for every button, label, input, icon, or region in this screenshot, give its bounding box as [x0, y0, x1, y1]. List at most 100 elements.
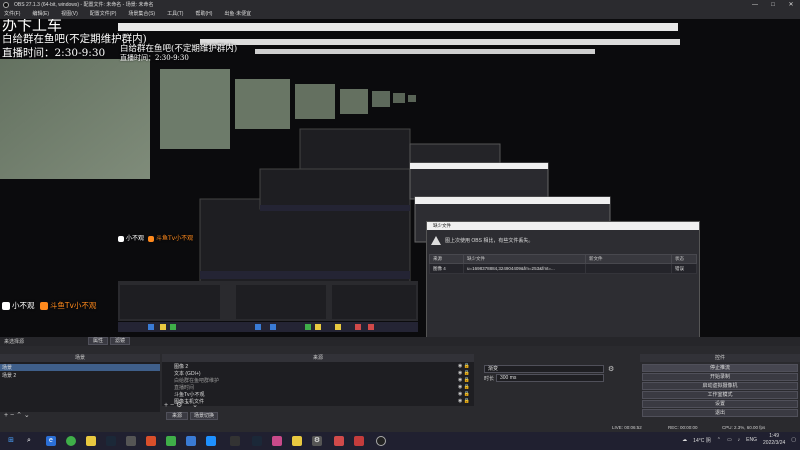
remove-scene-icon[interactable]: −	[10, 412, 14, 419]
start-virtual-camera-button[interactable]: 启动虚拟摄像机	[642, 382, 798, 390]
scene-item[interactable]: 场景	[0, 364, 160, 371]
stop-streaming-button[interactable]: 停止推流	[642, 364, 798, 372]
move-up-icon[interactable]: ⌃	[16, 412, 22, 419]
weather-cloud-icon[interactable]: ☁	[682, 437, 687, 443]
app-icon[interactable]	[126, 436, 136, 446]
eye-icon[interactable]: ◉ 🔒	[458, 398, 470, 405]
col-missing: 缺少文件	[463, 254, 586, 264]
source-controls: + − ⚙ ⌃ ⌄	[164, 401, 198, 409]
app-icon[interactable]	[272, 436, 282, 446]
obs-icon[interactable]	[376, 436, 386, 446]
title-bar: OBS 27.1.3 (64-bit, windows) - 配置文件: 未命名…	[0, 0, 800, 10]
start-icon[interactable]: ⊞	[6, 436, 16, 446]
weather-text[interactable]: 14°C 阴	[693, 437, 711, 444]
source-item[interactable]: 直播时间	[174, 384, 194, 391]
system-tray: ☁ 14°C 阴 ⌃ ▭ ♪ ENG 1:49 2022/3/24 ▢	[682, 433, 796, 447]
overlay-handle: 小不观	[126, 235, 145, 242]
tab-scene-transitions[interactable]: 场景切换	[190, 412, 218, 420]
settings-button[interactable]: 设置	[642, 400, 798, 408]
cell-new-file[interactable]	[585, 263, 672, 274]
app-icon[interactable]	[334, 436, 344, 446]
add-scene-icon[interactable]: +	[4, 412, 8, 419]
scene-item[interactable]: 场景 2	[2, 372, 16, 379]
scenes-dock-title: 场景	[0, 354, 160, 362]
menu-tools[interactable]: 工具(T)	[167, 10, 183, 19]
clock-date: 2022/3/24	[763, 440, 786, 446]
settings-icon[interactable]: ⚙	[312, 436, 322, 446]
overlay-platform: 斗鱼Tv小不观	[155, 235, 194, 242]
menu-scene-collection[interactable]: 场景集合(S)	[128, 10, 155, 19]
app-icon[interactable]	[292, 436, 302, 446]
table-row[interactable]: 图像 4 u=1698378884,324904409&fm=253&fmt=.…	[429, 263, 697, 274]
dialog-title: 缺少文件	[427, 222, 699, 230]
wechat-icon[interactable]	[166, 436, 176, 446]
clock-time: 1:49	[769, 433, 779, 439]
app-icon[interactable]	[354, 436, 364, 446]
transitions-panel: 渐变 ⚙ 时长 300 ms	[476, 362, 638, 386]
start-recording-button[interactable]: 开始录制	[642, 373, 798, 381]
obs-window: OBS 27.1.3 (64-bit, windows) - 配置文件: 未命名…	[0, 0, 800, 450]
handle-logo-icon	[118, 235, 124, 242]
move-up-icon[interactable]: ⌃	[184, 402, 190, 409]
filters-button[interactable]: 滤镜	[110, 337, 130, 345]
edge-icon[interactable]: e	[46, 436, 56, 446]
menu-edit[interactable]: 编辑(E)	[32, 10, 49, 19]
tray-overflow-icon[interactable]: ⌃	[717, 437, 721, 443]
notification-icon[interactable]: ▢	[791, 437, 796, 443]
minimize-button[interactable]: —	[746, 0, 764, 10]
eye-icon[interactable]: ◉ 🔒	[458, 384, 470, 391]
sources-dock-title: 来源	[162, 354, 474, 362]
menu-help[interactable]: 帮助(H)	[195, 10, 212, 19]
menu-view[interactable]: 视图(V)	[61, 10, 78, 19]
cell-state: 错误	[671, 263, 697, 274]
move-down-icon[interactable]: ⌄	[192, 402, 198, 409]
controls-dock-title: 控件	[640, 354, 800, 362]
eye-icon[interactable]: ◉ 🔒	[458, 391, 470, 398]
maximize-button[interactable]: □	[764, 0, 782, 10]
source-item[interactable]: 文本 (GDI+)	[174, 370, 201, 377]
steam-icon[interactable]	[252, 436, 262, 446]
move-down-icon[interactable]: ⌄	[24, 412, 30, 419]
add-source-icon[interactable]: +	[164, 402, 168, 409]
eye-icon[interactable]: ◉ 🔒	[458, 363, 470, 370]
app-icon[interactable]	[146, 436, 156, 446]
dialog-warning-row: 图上次使用 OBS 相比，有些文件丢失。	[431, 236, 533, 245]
transition-settings-icon[interactable]: ⚙	[608, 365, 614, 373]
volume-icon[interactable]: ♪	[738, 437, 741, 443]
network-icon[interactable]: ▭	[727, 437, 732, 443]
app-icon[interactable]	[86, 436, 96, 446]
duration-input[interactable]: 300 ms	[496, 374, 604, 382]
app-icon[interactable]	[186, 436, 196, 446]
app-icon[interactable]	[206, 436, 216, 446]
source-item[interactable]: 斗鱼Tv小不观	[174, 391, 205, 398]
app-icon[interactable]	[230, 436, 240, 446]
language-indicator[interactable]: ENG	[746, 437, 757, 443]
source-settings-icon[interactable]: ⚙	[176, 402, 182, 409]
chrome-icon[interactable]	[66, 436, 76, 446]
cpu-fps: CPU: 2.3%, 60.00 fps	[722, 425, 766, 430]
col-source: 来源	[429, 254, 464, 264]
properties-button[interactable]: 属性	[88, 337, 108, 345]
exit-button[interactable]: 退出	[642, 409, 798, 417]
source-item[interactable]: 白给群在鱼吧群维护	[174, 377, 219, 384]
close-button[interactable]: ✕	[782, 0, 800, 10]
menu-file[interactable]: 文件(F)	[4, 10, 20, 19]
transition-select[interactable]: 渐变	[484, 365, 604, 373]
overlay-handle-row: 小不观 斗鱼Tv小不观	[2, 300, 96, 311]
studio-mode-button[interactable]: 工作室模式	[642, 391, 798, 399]
sources-list: 图像 2 文本 (GDI+) 白给群在鱼吧群维护 直播时间 斗鱼Tv小不观 图像…	[162, 362, 474, 406]
steam-icon[interactable]	[106, 436, 116, 446]
search-icon[interactable]: ⌕	[24, 436, 34, 446]
clock[interactable]: 1:49 2022/3/24	[763, 433, 785, 447]
platform-logo-icon	[147, 235, 154, 242]
menu-profile[interactable]: 配置文件(P)	[90, 10, 117, 19]
eye-icon[interactable]: ◉ 🔒	[458, 377, 470, 384]
scene-controls: + − ⌃ ⌄	[4, 411, 30, 419]
source-item[interactable]: 图像 2	[174, 363, 188, 370]
window-controls: — □ ✕	[746, 0, 800, 10]
tab-sources[interactable]: 来源	[166, 412, 188, 420]
remove-source-icon[interactable]: −	[170, 402, 174, 409]
eye-icon[interactable]: ◉ 🔒	[458, 370, 470, 377]
menu-extra[interactable]: 出鱼·未便宜	[224, 10, 251, 19]
source-toolbar: 来选择源 属性 滤镜	[0, 337, 800, 346]
